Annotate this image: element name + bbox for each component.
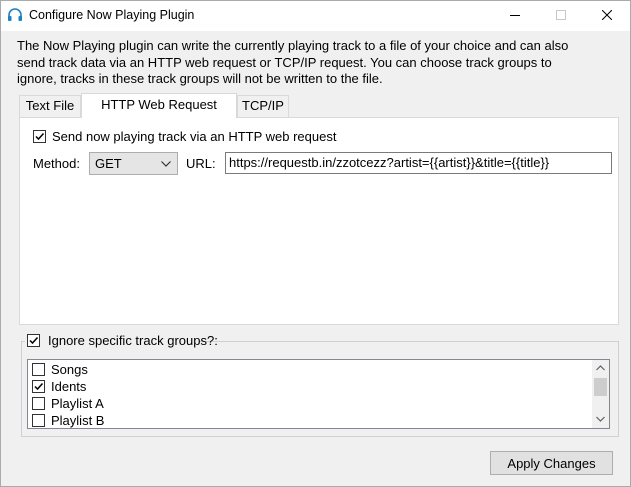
list-item-songs[interactable]: Songs xyxy=(31,361,591,378)
list-item-idents[interactable]: Idents xyxy=(31,378,591,395)
description-line: The Now Playing plugin can write the cur… xyxy=(17,38,569,53)
method-value: GET xyxy=(95,156,122,171)
method-dropdown[interactable]: GET xyxy=(89,152,178,175)
method-label: Method: xyxy=(33,156,80,171)
url-label: URL: xyxy=(186,156,216,171)
close-icon xyxy=(602,10,612,20)
plugin-description: The Now Playing plugin can write the cur… xyxy=(17,38,617,88)
scroll-up-button[interactable] xyxy=(592,360,609,377)
scroll-thumb[interactable] xyxy=(594,378,607,396)
checkmark-icon xyxy=(29,336,39,345)
configure-now-playing-window: Configure Now Playing Plugin The Now Pla… xyxy=(0,0,631,487)
description-line: send track data via an HTTP web request … xyxy=(17,54,552,70)
tab-text-file[interactable]: Text File xyxy=(19,95,81,117)
ignore-groups-label[interactable]: Ignore specific track groups?: xyxy=(48,333,218,348)
scroll-down-button[interactable] xyxy=(592,411,609,428)
send-http-label[interactable]: Send now playing track via an HTTP web r… xyxy=(52,129,336,144)
chevron-down-icon xyxy=(161,161,171,167)
list-item-playlist-b[interactable]: Playlist B xyxy=(31,412,591,428)
window-title: Configure Now Playing Plugin xyxy=(29,8,195,22)
list-item-playlist-a[interactable]: Playlist A xyxy=(31,395,591,412)
maximize-button[interactable] xyxy=(538,1,584,30)
apply-changes-button[interactable]: Apply Changes xyxy=(490,451,613,475)
chevron-down-icon xyxy=(596,416,605,422)
checkmark-icon xyxy=(34,382,44,391)
description-line: ignore, tracks in these track groups wil… xyxy=(17,71,383,86)
minimize-icon xyxy=(510,15,520,16)
playlist-a-checkbox[interactable] xyxy=(32,397,45,410)
url-input[interactable]: https://requestb.in/zzotcezz?artist={{ar… xyxy=(225,152,612,174)
tab-http-web-request[interactable]: HTTP Web Request xyxy=(81,93,237,118)
maximize-icon xyxy=(556,10,566,20)
title-bar[interactable]: Configure Now Playing Plugin xyxy=(1,1,630,31)
playlist-b-checkbox[interactable] xyxy=(32,414,45,427)
songs-checkbox[interactable] xyxy=(32,363,45,376)
tab-tcp-ip[interactable]: TCP/IP xyxy=(237,95,289,117)
list-item-label: Idents xyxy=(51,379,87,394)
list-item-label: Playlist A xyxy=(51,396,104,411)
list-item-label: Songs xyxy=(51,362,88,377)
ignore-groups-header: Ignore specific track groups?: xyxy=(25,333,218,349)
chevron-up-icon xyxy=(596,365,605,371)
idents-checkbox[interactable] xyxy=(32,380,45,393)
headphones-icon xyxy=(7,7,23,23)
list-item-label: Playlist B xyxy=(51,413,105,428)
minimize-button[interactable] xyxy=(492,1,538,30)
track-groups-list[interactable]: Songs Idents Playlist A Playlist B xyxy=(27,359,610,429)
close-button[interactable] xyxy=(584,1,630,30)
send-http-checkbox[interactable] xyxy=(33,130,46,143)
ignore-groups-checkbox[interactable] xyxy=(27,334,40,347)
http-tab-panel: Send now playing track via an HTTP web r… xyxy=(19,117,619,325)
checkmark-icon xyxy=(35,132,45,141)
list-scrollbar[interactable] xyxy=(592,360,609,428)
